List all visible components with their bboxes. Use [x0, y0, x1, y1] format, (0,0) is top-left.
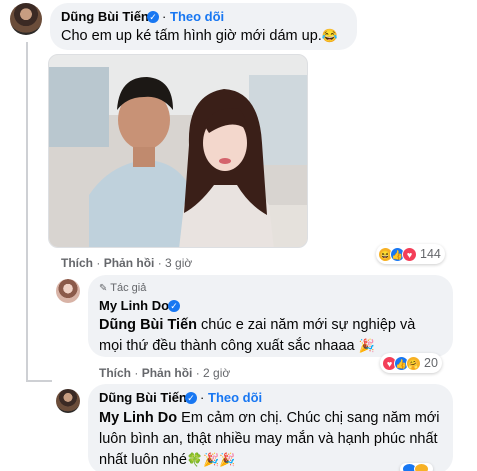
- separator-dot: ·: [195, 366, 204, 380]
- follow-button[interactable]: Theo dõi: [170, 9, 224, 24]
- timestamp[interactable]: 2 giờ: [203, 366, 230, 380]
- reaction-summary[interactable]: ♥ 👍 🤗 20: [380, 353, 442, 373]
- thread-line: [26, 380, 52, 382]
- follow-button[interactable]: Theo dõi: [208, 390, 262, 405]
- comment-text: Cho em up ké tấm hình giờ mới dám up.😂: [61, 28, 338, 44]
- author-badge: ✎ Tác giả: [99, 282, 147, 294]
- clover-party-emoji: 🍀🎉🎉: [186, 452, 236, 467]
- reply-actions: Thích · Phản hồi · 2 giờ: [99, 366, 230, 380]
- reply-text: Dũng Bùi Tiến chúc e zai năm mới sự nghi…: [99, 317, 416, 354]
- pen-icon: ✎: [99, 283, 108, 294]
- reply-author[interactable]: My Linh Do: [99, 298, 169, 313]
- reply-author[interactable]: Dũng Bùi Tiến: [99, 390, 187, 405]
- like-link[interactable]: Thích: [99, 366, 131, 380]
- reaction-summary[interactable]: 😆 👍 ♥ 144: [376, 244, 445, 264]
- mention-link[interactable]: Dũng Bùi Tiến: [99, 317, 197, 333]
- reaction-count: 144: [420, 247, 441, 261]
- reaction-summary[interactable]: [400, 463, 433, 471]
- reply-link[interactable]: Phản hồi: [104, 256, 155, 270]
- mention-link[interactable]: My Linh Do: [99, 410, 177, 426]
- party-emoji: 🎉: [358, 338, 375, 353]
- laugh-emoji: 😂: [321, 28, 338, 43]
- thread-line: [26, 42, 28, 382]
- avatar[interactable]: [56, 279, 80, 303]
- separator-dot: ·: [157, 256, 166, 270]
- avatar[interactable]: [10, 3, 42, 35]
- photo-image: [49, 55, 307, 247]
- comment-author[interactable]: Dũng Bùi Tiến: [61, 9, 149, 24]
- comment-photo[interactable]: [48, 54, 308, 248]
- haha-icon: [414, 463, 429, 471]
- love-icon: ♥: [402, 246, 417, 262]
- verified-badge-icon: ✓: [185, 392, 197, 404]
- separator-dot: ·: [200, 390, 205, 405]
- reply-link[interactable]: Phản hồi: [142, 366, 193, 380]
- reaction-count: 20: [424, 356, 438, 370]
- avatar[interactable]: [56, 389, 80, 413]
- care-icon: 🤗: [406, 355, 421, 371]
- separator-dot: ·: [134, 366, 142, 380]
- separator-dot: ·: [162, 9, 167, 24]
- separator-dot: ·: [96, 256, 104, 270]
- verified-badge-icon: ✓: [147, 11, 159, 23]
- like-link[interactable]: Thích: [61, 256, 93, 270]
- reply-text: My Linh Do Em cảm ơn chị. Chúc chị sang …: [99, 410, 440, 468]
- verified-badge-icon: ✓: [168, 300, 180, 312]
- timestamp[interactable]: 3 giờ: [165, 256, 192, 270]
- comment-actions: Thích · Phản hồi · 3 giờ: [61, 256, 192, 270]
